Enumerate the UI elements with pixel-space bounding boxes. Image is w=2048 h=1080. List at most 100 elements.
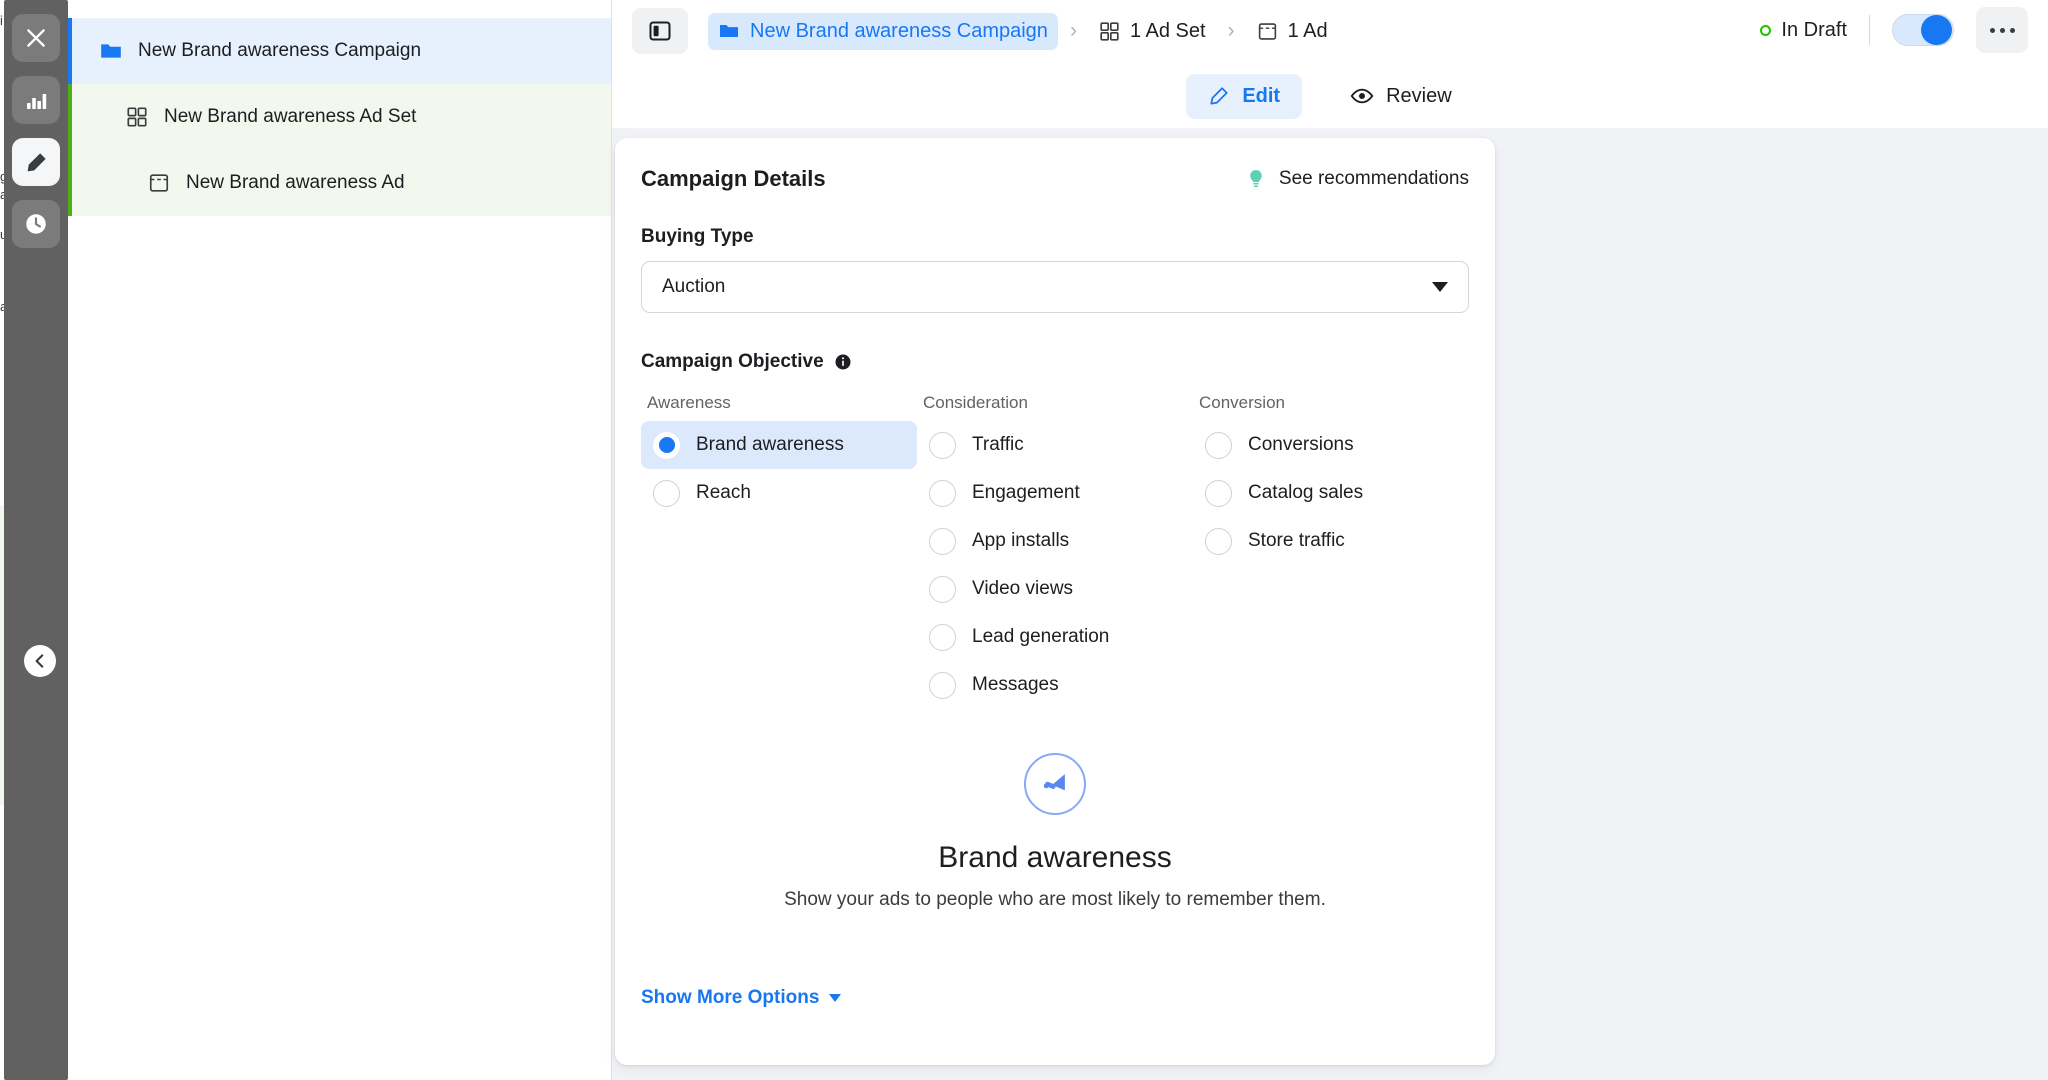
objective-option-store-traffic[interactable]: Store traffic: [1193, 517, 1469, 565]
breadcrumb-separator: ›: [1069, 19, 1077, 42]
hero-title: Brand awareness: [938, 841, 1172, 874]
pencil-icon: [1208, 85, 1230, 107]
column-heading: Consideration: [923, 393, 1028, 412]
objective-columns: Awareness Brand awareness Reach Consider…: [641, 393, 1469, 709]
grid-icon: [1099, 21, 1120, 42]
chevron-down-icon: [1432, 282, 1448, 292]
option-label: Messages: [972, 674, 1059, 695]
status-indicator-dot: [1760, 24, 1772, 36]
objective-option-video-views[interactable]: Video views: [917, 565, 1193, 613]
analytics-icon-button[interactable]: [12, 76, 60, 124]
close-icon-button[interactable]: [12, 14, 60, 62]
hero-subtitle: Show your ads to people who are most lik…: [784, 889, 1326, 910]
chevron-down-icon: [829, 994, 842, 1002]
radio-icon: [1205, 479, 1232, 507]
breadcrumb-label: 1 Ad: [1287, 19, 1328, 42]
more-options-button[interactable]: [1976, 7, 2028, 53]
lightbulb-icon: [1245, 167, 1267, 191]
tab-label: Review: [1386, 84, 1452, 107]
objective-option-catalog-sales[interactable]: Catalog sales: [1193, 469, 1469, 517]
chevron-left-icon: [35, 654, 44, 668]
edit-pencil-icon: [27, 152, 46, 171]
tree-item-campaign[interactable]: New Brand awareness Campaign: [68, 18, 611, 84]
see-recommendations-label: See recommendations: [1278, 168, 1469, 189]
tree-item-label: New Brand awareness Ad Set: [164, 106, 417, 127]
option-label: Video views: [972, 578, 1074, 599]
objective-column-consideration: Consideration Traffic Engagement App ins…: [917, 393, 1193, 709]
radio-icon: [929, 479, 956, 507]
radio-icon: [653, 479, 680, 507]
grid-icon: [124, 104, 150, 130]
radio-icon: [929, 623, 956, 651]
edit-review-tabs: Edit Review: [612, 66, 2048, 126]
breadcrumb-label: New Brand awareness Campaign: [750, 19, 1048, 42]
ad-icon: [146, 170, 172, 196]
close-icon: [27, 29, 45, 47]
show-more-options-label: Show More Options: [641, 987, 820, 1008]
tab-edit[interactable]: Edit: [1186, 73, 1303, 119]
objective-option-engagement[interactable]: Engagement: [917, 469, 1193, 517]
objective-hero: Brand awareness Show your ads to people …: [641, 753, 1469, 911]
objective-option-lead-generation[interactable]: Lead generation: [917, 613, 1193, 661]
column-heading: Conversion: [1199, 393, 1285, 412]
folder-icon: [718, 20, 740, 42]
objective-column-conversion: Conversion Conversions Catalog sales Sto…: [1193, 393, 1469, 709]
divider: [1869, 15, 1870, 45]
toggle-knob: [1921, 15, 1952, 45]
top-bar: New Brand awareness Campaign › 1 Ad Set: [612, 0, 2048, 128]
radio-icon: [929, 431, 956, 459]
edit-pencil-icon-button[interactable]: [12, 138, 60, 186]
row-accent-bar: [68, 18, 72, 84]
app-root: i g a u a: [0, 0, 2048, 1080]
enable-toggle[interactable]: [1892, 14, 1954, 46]
radio-icon: [929, 527, 956, 555]
option-label: Engagement: [972, 482, 1080, 503]
megaphone-icon: [1024, 753, 1086, 815]
campaign-objective-label: Campaign Objective: [641, 351, 1469, 373]
option-label: Reach: [696, 482, 751, 503]
objective-column-awareness: Awareness Brand awareness Reach: [641, 393, 917, 709]
objective-option-traffic[interactable]: Traffic: [917, 421, 1193, 469]
campaign-details-card: Campaign Details See recommendations Buy…: [615, 138, 1495, 1065]
objective-option-conversions[interactable]: Conversions: [1193, 421, 1469, 469]
option-label: App installs: [972, 530, 1070, 551]
see-recommendations-button[interactable]: See recommendations: [1245, 167, 1469, 191]
buying-type-select[interactable]: Auction: [641, 261, 1469, 313]
ad-icon: [1257, 21, 1278, 42]
breadcrumb-item-ad[interactable]: 1 Ad: [1247, 13, 1338, 50]
header-status-controls: In Draft: [1760, 6, 2028, 54]
tab-label: Edit: [1242, 84, 1281, 107]
campaign-objective-text: Campaign Objective: [641, 351, 824, 372]
objective-option-app-installs[interactable]: App installs: [917, 517, 1193, 565]
collapse-panel-button[interactable]: [24, 645, 56, 677]
objective-option-messages[interactable]: Messages: [917, 661, 1193, 709]
objective-option-brand-awareness[interactable]: Brand awareness: [641, 421, 917, 469]
info-icon[interactable]: [834, 353, 852, 371]
tab-review[interactable]: Review: [1328, 73, 1474, 119]
show-more-options-link[interactable]: Show More Options: [641, 987, 842, 1009]
buying-type-label: Buying Type: [641, 226, 754, 247]
breadcrumb-item-adset[interactable]: 1 Ad Set: [1089, 13, 1216, 50]
breadcrumb-label: 1 Ad Set: [1129, 19, 1206, 42]
breadcrumb: New Brand awareness Campaign › 1 Ad Set: [708, 8, 1338, 54]
sidebar-toggle-button[interactable]: [632, 8, 688, 54]
radio-icon: [929, 671, 956, 699]
objective-option-reach[interactable]: Reach: [641, 469, 917, 517]
option-label: Store traffic: [1248, 530, 1345, 551]
breadcrumb-separator: ›: [1227, 19, 1235, 42]
tree-item-ad[interactable]: New Brand awareness Ad: [68, 150, 611, 216]
radio-icon: [929, 575, 956, 603]
radio-icon: [1205, 527, 1232, 555]
main-content: New Brand awareness Campaign › 1 Ad Set: [612, 0, 2048, 1080]
eye-icon: [1350, 84, 1374, 108]
option-label: Catalog sales: [1248, 482, 1364, 503]
analytics-icon: [27, 94, 47, 109]
history-clock-icon-button[interactable]: [12, 200, 60, 248]
breadcrumb-item-campaign[interactable]: New Brand awareness Campaign: [708, 12, 1058, 50]
folder-icon: [98, 38, 124, 64]
option-label: Lead generation: [972, 626, 1110, 647]
history-clock-icon: [26, 214, 46, 234]
tree-item-adset[interactable]: New Brand awareness Ad Set: [68, 84, 611, 150]
floating-toolbar: [4, 0, 68, 1080]
column-heading: Awareness: [647, 393, 731, 412]
